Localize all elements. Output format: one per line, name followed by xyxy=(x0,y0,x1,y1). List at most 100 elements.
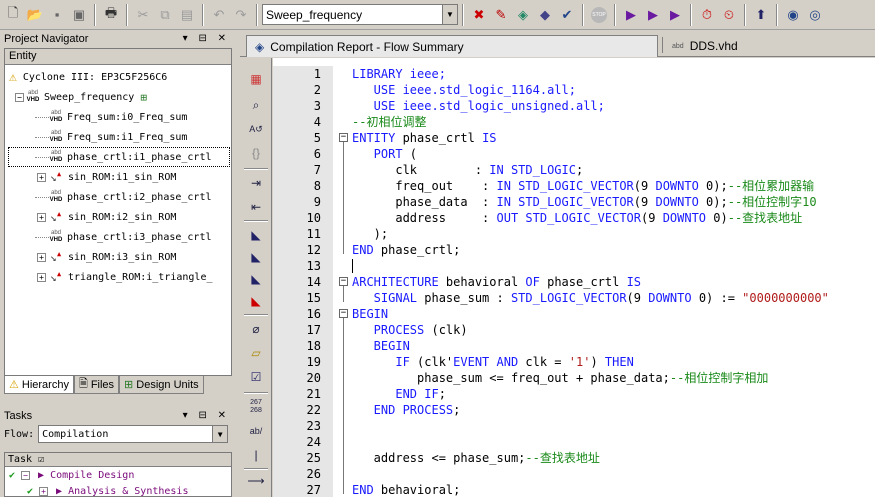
open-report-icon[interactable]: ▦ xyxy=(246,70,266,88)
code-line[interactable]: ENTITY phase_crtl IS xyxy=(352,130,497,146)
print-icon[interactable]: 🖶 xyxy=(100,4,122,26)
synthesis-icon[interactable]: ▶ xyxy=(664,4,686,26)
copy-icon[interactable]: ⧉ xyxy=(154,4,176,26)
stop-icon[interactable]: STOP xyxy=(588,4,610,26)
find-icon[interactable]: ⌕ xyxy=(246,96,266,114)
tree-item[interactable]: + ↘ ▲ triangle_ROM:i_triangle_ xyxy=(37,267,213,287)
code-line[interactable]: phase_sum <= freq_out + phase_data;--相位控… xyxy=(352,370,768,386)
expand-icon[interactable]: + xyxy=(37,272,46,282)
code-line[interactable]: ); xyxy=(352,226,388,242)
code-editor[interactable]: LIBRARY ieee; USE ieee.std_logic_1164.al… xyxy=(351,66,875,497)
code-line[interactable]: IF (clk'EVENT AND clk = '1') THEN xyxy=(352,354,633,370)
code-line[interactable]: --初相位调整 xyxy=(352,114,426,130)
braces-icon[interactable]: {} xyxy=(246,144,266,162)
project-combo[interactable]: Sweep_frequency xyxy=(262,4,442,25)
expand-icon[interactable]: + xyxy=(37,172,46,182)
open-folder-icon[interactable]: 📂 xyxy=(24,4,46,26)
fold-toggle-icon[interactable]: − xyxy=(339,277,348,286)
insert-template-icon[interactable]: ☑ xyxy=(246,368,266,386)
unindent-icon[interactable]: ⇤ xyxy=(246,198,266,216)
tab-design-units[interactable]: ⊞ Design Units xyxy=(119,376,204,394)
code-line[interactable]: freq_out : IN STD_LOGIC_VECTOR(9 DOWNTO … xyxy=(352,178,814,194)
new-file-icon[interactable]: 🗋 xyxy=(2,4,24,26)
fold-toggle-icon[interactable]: − xyxy=(339,309,348,318)
tree-item[interactable]: abd VHD Freq_sum:i0_Freq_sum xyxy=(35,107,187,127)
panel-controls[interactable]: ▾ ⊟ ✕ xyxy=(183,31,230,47)
chip-planner-icon[interactable]: ✖ xyxy=(468,4,490,26)
tree-item[interactable]: abd VHD Freq_sum:i1_Freq_sum xyxy=(35,127,187,147)
program-icon[interactable]: ⬆ xyxy=(750,4,772,26)
tab-compilation-report[interactable]: ◈ Compilation Report - Flow Summary xyxy=(246,35,658,57)
code-line[interactable]: END phase_crtl; xyxy=(352,242,460,258)
uncomment-icon[interactable]: | xyxy=(246,446,266,464)
code-line[interactable]: USE ieee.std_logic_1164.all; xyxy=(352,82,576,98)
task-row[interactable]: ✔ + ▶ Analysis & Synthesis xyxy=(5,483,231,497)
assignment-icon[interactable]: ◆ xyxy=(534,4,556,26)
code-line[interactable]: END IF; xyxy=(352,386,446,402)
rtl-viewer-icon[interactable]: ◉ xyxy=(782,4,804,26)
code-line[interactable]: clk : IN STD_LOGIC; xyxy=(352,162,583,178)
line-number-icon[interactable]: 267 268 xyxy=(246,398,266,416)
device-row[interactable]: ⚠ Cyclone III: EP3C5F256C6 xyxy=(9,67,167,87)
timer-icon[interactable]: ⏲ xyxy=(718,4,740,26)
prev-bookmark-icon[interactable]: ◣ xyxy=(246,270,266,288)
code-line[interactable]: address <= phase_sum;--查找表地址 xyxy=(352,450,600,466)
comment-icon[interactable]: ab/ xyxy=(246,422,266,440)
chevron-down-icon[interactable]: ▼ xyxy=(212,426,228,442)
tree-item[interactable]: + ↘ ▲ sin_ROM:i2_sin_ROM xyxy=(37,207,176,227)
compile-icon[interactable]: ▶ xyxy=(620,4,642,26)
code-line[interactable]: LIBRARY ieee; xyxy=(352,66,446,82)
task-row[interactable]: ✔ − ▶ Compile Design xyxy=(5,467,231,483)
template-icon[interactable]: ▱ xyxy=(246,344,266,362)
expand-icon[interactable]: + xyxy=(37,212,46,222)
save-icon[interactable]: ▪ xyxy=(46,4,68,26)
code-line[interactable]: PORT ( xyxy=(352,146,417,162)
entity-column-header[interactable]: Entity xyxy=(5,49,231,65)
tree-item[interactable]: abd VHD phase_crtl:i1_phase_crtl xyxy=(8,147,230,167)
analyze-icon[interactable]: ▶ xyxy=(642,4,664,26)
panel-controls[interactable]: ▾ ⊟ ✕ xyxy=(183,408,230,424)
tab-hierarchy[interactable]: ⚠ Hierarchy xyxy=(4,376,74,394)
code-line[interactable]: END behavioral; xyxy=(352,482,460,497)
replace-icon[interactable]: A↺ xyxy=(246,120,266,138)
collapse-icon[interactable]: − xyxy=(15,92,24,102)
expand-icon[interactable]: + xyxy=(37,252,46,262)
code-line[interactable]: ARCHITECTURE behavioral OF phase_crtl IS xyxy=(352,274,641,290)
attach-icon[interactable]: ⌀ xyxy=(246,320,266,338)
analysis-icon[interactable]: ◈ xyxy=(512,4,534,26)
task-column-header[interactable]: Task ☑ xyxy=(5,453,231,467)
top-entity-row[interactable]: − abd VHD Sweep_frequency ⊞ xyxy=(15,87,147,107)
code-line[interactable]: BEGIN xyxy=(352,338,410,354)
tree-item[interactable]: abd VHD phase_crtl:i2_phase_crtl xyxy=(35,187,212,207)
tree-item[interactable]: + ↘ ▲ sin_ROM:i1_sin_ROM xyxy=(37,167,176,187)
tab-files[interactable]: 🗎 Files xyxy=(73,376,120,394)
undo-icon[interactable]: ↶ xyxy=(208,4,230,26)
cut-icon[interactable]: ✂ xyxy=(132,4,154,26)
settings-icon[interactable]: ✔ xyxy=(556,4,578,26)
flow-select[interactable]: Compilation ▼ xyxy=(38,425,229,443)
tree-item[interactable]: + ↘ ▲ sin_ROM:i3_sin_ROM xyxy=(37,247,176,267)
code-line[interactable]: address : OUT STD_LOGIC_VECTOR(9 DOWNTO … xyxy=(352,210,802,226)
code-line[interactable]: phase_data : IN STD_LOGIC_VECTOR(9 DOWNT… xyxy=(352,194,816,210)
code-line[interactable]: SIGNAL phase_sum : STD_LOGIC_VECTOR(9 DO… xyxy=(352,290,829,306)
clear-bookmarks-icon[interactable]: ◣ xyxy=(246,292,266,310)
indent-icon[interactable]: ⇥ xyxy=(246,174,266,192)
collapse-icon[interactable]: − xyxy=(21,470,31,480)
code-line[interactable]: BEGIN xyxy=(352,306,388,322)
code-line[interactable]: END PROCESS; xyxy=(352,402,461,418)
paste-icon[interactable]: ▤ xyxy=(176,4,198,26)
fold-toggle-icon[interactable]: − xyxy=(339,133,348,142)
netlist-icon[interactable]: ◎ xyxy=(804,4,826,26)
save-all-icon[interactable]: ▣ xyxy=(68,4,90,26)
code-line[interactable]: PROCESS (clk) xyxy=(352,322,468,338)
tab-dds-vhd[interactable]: abd DDS.vhd xyxy=(664,35,746,57)
bookmark-icon[interactable]: ◣ xyxy=(246,226,266,244)
code-line[interactable]: USE ieee.std_logic_unsigned.all; xyxy=(352,98,605,114)
tree-item[interactable]: abd VHD phase_crtl:i3_phase_crtl xyxy=(35,227,212,247)
redo-icon[interactable]: ↷ xyxy=(230,4,252,26)
expand-icon[interactable]: + xyxy=(39,486,49,496)
timing-icon[interactable]: ⏱ xyxy=(696,4,718,26)
next-bookmark-icon[interactable]: ◣ xyxy=(246,248,266,266)
chevron-down-icon[interactable]: ▼ xyxy=(442,4,458,25)
pencil-icon[interactable]: ✎ xyxy=(490,4,512,26)
